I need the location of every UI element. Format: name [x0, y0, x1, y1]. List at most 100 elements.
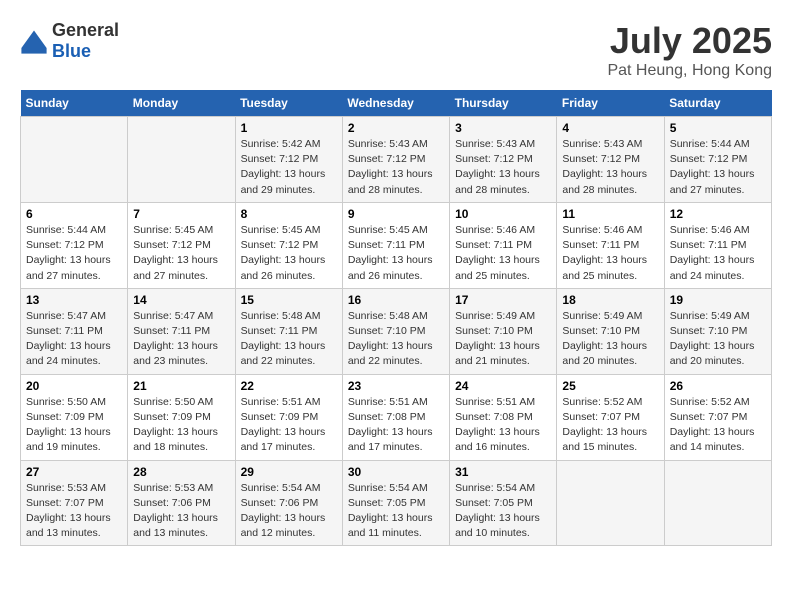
day-header-wednesday: Wednesday	[342, 90, 449, 117]
day-number: 20	[26, 379, 122, 393]
day-detail: Sunrise: 5:54 AMSunset: 7:05 PMDaylight:…	[348, 481, 444, 542]
day-detail: Sunrise: 5:53 AMSunset: 7:07 PMDaylight:…	[26, 481, 122, 542]
calendar-cell: 9 Sunrise: 5:45 AMSunset: 7:11 PMDaylight…	[342, 202, 449, 288]
calendar-cell: 18 Sunrise: 5:49 AMSunset: 7:10 PMDayligh…	[557, 288, 664, 374]
day-detail: Sunrise: 5:42 AMSunset: 7:12 PMDaylight:…	[241, 137, 337, 198]
day-number: 13	[26, 293, 122, 307]
day-number: 25	[562, 379, 658, 393]
day-detail: Sunrise: 5:43 AMSunset: 7:12 PMDaylight:…	[348, 137, 444, 198]
day-detail: Sunrise: 5:44 AMSunset: 7:12 PMDaylight:…	[670, 137, 766, 198]
calendar-cell: 16Sunrise: 5:48 AMSunset: 7:10 PMDayligh…	[342, 288, 449, 374]
calendar-cell: 1 Sunrise: 5:42 AMSunset: 7:12 PMDaylight…	[235, 117, 342, 203]
day-detail: Sunrise: 5:48 AMSunset: 7:11 PMDaylight:…	[241, 309, 337, 370]
day-number: 7	[133, 207, 229, 221]
day-detail: Sunrise: 5:45 AMSunset: 7:12 PMDaylight:…	[241, 223, 337, 284]
calendar-cell: 27 Sunrise: 5:53 AMSunset: 7:07 PMDayligh…	[21, 460, 128, 546]
calendar-week-row: 13Sunrise: 5:47 AMSunset: 7:11 PMDayligh…	[21, 288, 772, 374]
day-number: 2	[348, 121, 444, 135]
calendar-cell: 14Sunrise: 5:47 AMSunset: 7:11 PMDayligh…	[128, 288, 235, 374]
calendar-week-row: 1 Sunrise: 5:42 AMSunset: 7:12 PMDaylight…	[21, 117, 772, 203]
day-number: 8	[241, 207, 337, 221]
calendar-cell: 10Sunrise: 5:46 AMSunset: 7:11 PMDayligh…	[450, 202, 557, 288]
day-detail: Sunrise: 5:49 AMSunset: 7:10 PMDaylight:…	[562, 309, 658, 370]
title-area: July 2025 Pat Heung, Hong Kong	[607, 20, 772, 80]
calendar-cell: 25Sunrise: 5:52 AMSunset: 7:07 PMDayligh…	[557, 374, 664, 460]
logo-text: General Blue	[52, 20, 119, 62]
day-detail: Sunrise: 5:51 AMSunset: 7:08 PMDaylight:…	[348, 395, 444, 456]
subtitle: Pat Heung, Hong Kong	[607, 62, 772, 80]
day-number: 27	[26, 465, 122, 479]
day-detail: Sunrise: 5:45 AMSunset: 7:11 PMDaylight:…	[348, 223, 444, 284]
calendar-cell: 5Sunrise: 5:44 AMSunset: 7:12 PMDaylight…	[664, 117, 771, 203]
day-number: 24	[455, 379, 551, 393]
day-detail: Sunrise: 5:46 AMSunset: 7:11 PMDaylight:…	[562, 223, 658, 284]
day-detail: Sunrise: 5:48 AMSunset: 7:10 PMDaylight:…	[348, 309, 444, 370]
day-header-saturday: Saturday	[664, 90, 771, 117]
calendar-cell: 31Sunrise: 5:54 AMSunset: 7:05 PMDayligh…	[450, 460, 557, 546]
day-number: 22	[241, 379, 337, 393]
day-number: 17	[455, 293, 551, 307]
day-detail: Sunrise: 5:43 AMSunset: 7:12 PMDaylight:…	[562, 137, 658, 198]
day-detail: Sunrise: 5:50 AMSunset: 7:09 PMDaylight:…	[133, 395, 229, 456]
day-detail: Sunrise: 5:45 AMSunset: 7:12 PMDaylight:…	[133, 223, 229, 284]
calendar-header-row: SundayMondayTuesdayWednesdayThursdayFrid…	[21, 90, 772, 117]
calendar-cell: 24 Sunrise: 5:51 AMSunset: 7:08 PMDayligh…	[450, 374, 557, 460]
logo-general: General	[52, 20, 119, 40]
calendar-cell: 6 Sunrise: 5:44 AMSunset: 7:12 PMDaylight…	[21, 202, 128, 288]
day-number: 1	[241, 121, 337, 135]
day-detail: Sunrise: 5:52 AMSunset: 7:07 PMDaylight:…	[670, 395, 766, 456]
calendar-cell: 8 Sunrise: 5:45 AMSunset: 7:12 PMDaylight…	[235, 202, 342, 288]
day-number: 30	[348, 465, 444, 479]
logo-blue: Blue	[52, 41, 91, 61]
day-number: 29	[241, 465, 337, 479]
calendar-table: SundayMondayTuesdayWednesdayThursdayFrid…	[20, 90, 772, 546]
day-number: 3	[455, 121, 551, 135]
day-detail: Sunrise: 5:51 AMSunset: 7:08 PMDaylight:…	[455, 395, 551, 456]
calendar-cell: 17Sunrise: 5:49 AMSunset: 7:10 PMDayligh…	[450, 288, 557, 374]
day-detail: Sunrise: 5:49 AMSunset: 7:10 PMDaylight:…	[670, 309, 766, 370]
main-title: July 2025	[607, 20, 772, 62]
day-number: 12	[670, 207, 766, 221]
calendar-cell: 11 Sunrise: 5:46 AMSunset: 7:11 PMDayligh…	[557, 202, 664, 288]
day-header-sunday: Sunday	[21, 90, 128, 117]
day-detail: Sunrise: 5:54 AMSunset: 7:06 PMDaylight:…	[241, 481, 337, 542]
day-number: 18	[562, 293, 658, 307]
day-header-tuesday: Tuesday	[235, 90, 342, 117]
day-number: 10	[455, 207, 551, 221]
calendar-cell	[664, 460, 771, 546]
day-number: 23	[348, 379, 444, 393]
day-number: 21	[133, 379, 229, 393]
calendar-cell: 22 Sunrise: 5:51 AMSunset: 7:09 PMDayligh…	[235, 374, 342, 460]
calendar-week-row: 20 Sunrise: 5:50 AMSunset: 7:09 PMDayligh…	[21, 374, 772, 460]
calendar-cell: 3 Sunrise: 5:43 AMSunset: 7:12 PMDaylight…	[450, 117, 557, 203]
calendar-cell: 7 Sunrise: 5:45 AMSunset: 7:12 PMDaylight…	[128, 202, 235, 288]
calendar-week-row: 27 Sunrise: 5:53 AMSunset: 7:07 PMDayligh…	[21, 460, 772, 546]
calendar-cell	[21, 117, 128, 203]
day-detail: Sunrise: 5:46 AMSunset: 7:11 PMDaylight:…	[670, 223, 766, 284]
calendar-cell: 20Sunrise: 5:50 AMSunset: 7:09 PMDayligh…	[21, 374, 128, 460]
day-number: 19	[670, 293, 766, 307]
day-number: 11	[562, 207, 658, 221]
day-detail: Sunrise: 5:54 AMSunset: 7:05 PMDaylight:…	[455, 481, 551, 542]
day-detail: Sunrise: 5:53 AMSunset: 7:06 PMDaylight:…	[133, 481, 229, 542]
calendar-cell: 21 Sunrise: 5:50 AMSunset: 7:09 PMDayligh…	[128, 374, 235, 460]
calendar-cell: 13Sunrise: 5:47 AMSunset: 7:11 PMDayligh…	[21, 288, 128, 374]
calendar-cell: 23 Sunrise: 5:51 AMSunset: 7:08 PMDayligh…	[342, 374, 449, 460]
day-number: 28	[133, 465, 229, 479]
day-number: 6	[26, 207, 122, 221]
calendar-cell	[557, 460, 664, 546]
day-header-friday: Friday	[557, 90, 664, 117]
calendar-cell: 2 Sunrise: 5:43 AMSunset: 7:12 PMDaylight…	[342, 117, 449, 203]
logo: General Blue	[20, 20, 119, 62]
day-number: 9	[348, 207, 444, 221]
day-detail: Sunrise: 5:44 AMSunset: 7:12 PMDaylight:…	[26, 223, 122, 284]
day-detail: Sunrise: 5:51 AMSunset: 7:09 PMDaylight:…	[241, 395, 337, 456]
day-header-thursday: Thursday	[450, 90, 557, 117]
day-header-monday: Monday	[128, 90, 235, 117]
calendar-cell: 29 Sunrise: 5:54 AMSunset: 7:06 PMDayligh…	[235, 460, 342, 546]
day-detail: Sunrise: 5:43 AMSunset: 7:12 PMDaylight:…	[455, 137, 551, 198]
calendar-cell: 28 Sunrise: 5:53 AMSunset: 7:06 PMDayligh…	[128, 460, 235, 546]
calendar-cell	[128, 117, 235, 203]
calendar-cell: 26Sunrise: 5:52 AMSunset: 7:07 PMDayligh…	[664, 374, 771, 460]
calendar-cell: 4Sunrise: 5:43 AMSunset: 7:12 PMDaylight…	[557, 117, 664, 203]
